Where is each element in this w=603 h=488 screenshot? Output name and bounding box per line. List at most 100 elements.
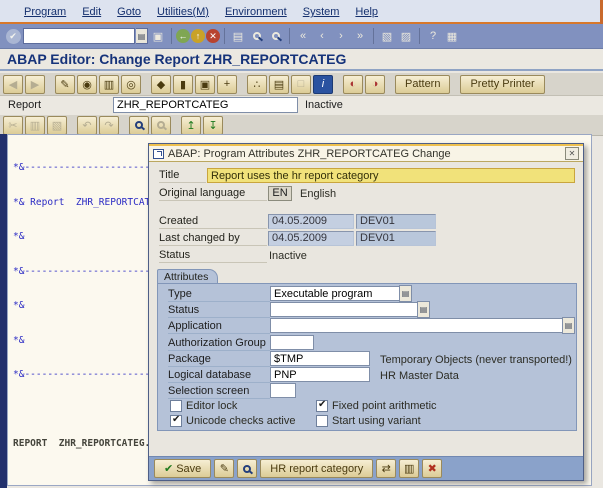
- separator: [289, 28, 290, 44]
- hr-report-category-button[interactable]: HR report category: [260, 459, 374, 478]
- runtime-analysis-icon[interactable]: ◐: [343, 74, 363, 94]
- package-description: Temporary Objects (never transported!): [380, 354, 572, 366]
- logical-database-description: HR Master Data: [380, 370, 459, 382]
- original-language-field[interactable]: EN: [268, 186, 292, 201]
- status-label: Status: [159, 249, 267, 263]
- attributes-tab: Attributes: [157, 269, 219, 283]
- first-page-icon[interactable]: «: [294, 27, 312, 45]
- find-icon[interactable]: [248, 27, 266, 45]
- copy-attributes-icon[interactable]: ▥: [399, 459, 420, 478]
- fixed-point-checkbox[interactable]: [316, 399, 328, 412]
- separator: [224, 28, 225, 44]
- report-label: Report: [8, 99, 42, 111]
- report-row: Report Inactive: [0, 96, 603, 115]
- start-variant-checkbox[interactable]: [316, 415, 328, 427]
- shortcut-icon[interactable]: ▨: [397, 27, 415, 45]
- cut-icon[interactable]: ✂: [3, 115, 23, 135]
- last-page-icon[interactable]: »: [351, 27, 369, 45]
- nav-back-icon[interactable]: ◀: [3, 74, 23, 94]
- copy-program-icon[interactable]: ▥: [99, 74, 119, 94]
- cancel-icon[interactable]: ✖: [422, 459, 443, 478]
- pattern-button[interactable]: Pattern: [395, 74, 451, 94]
- display-icon[interactable]: [237, 459, 258, 478]
- back-icon[interactable]: ←: [176, 29, 190, 43]
- attr-status-field[interactable]: [270, 302, 418, 317]
- last-changed-label: Last changed by: [159, 232, 267, 246]
- print-icon[interactable]: ▤: [229, 27, 247, 45]
- previous-page-icon[interactable]: ‹: [313, 27, 331, 45]
- created-user-field: DEV01: [356, 214, 436, 229]
- report-name-field[interactable]: [113, 97, 298, 113]
- new-session-icon[interactable]: ▧: [378, 27, 396, 45]
- download-icon[interactable]: ↧: [203, 115, 223, 135]
- breakpoint-icon[interactable]: ▮: [173, 74, 193, 94]
- object-hierarchy-icon[interactable]: ∴: [247, 74, 267, 94]
- type-dropdown-icon[interactable]: [399, 285, 412, 302]
- find-next-icon[interactable]: [151, 115, 171, 135]
- report-status: Inactive: [305, 99, 343, 111]
- lock-icon[interactable]: ◆: [151, 74, 171, 94]
- original-language-label: Original language: [159, 187, 267, 201]
- copy-icon[interactable]: ▥: [25, 115, 45, 135]
- documentation-icon[interactable]: ◑: [365, 74, 385, 94]
- undo-icon[interactable]: ↶: [77, 115, 97, 135]
- find-next-icon[interactable]: [267, 27, 285, 45]
- separator: [373, 28, 374, 44]
- print-source-icon[interactable]: ▤: [269, 74, 289, 94]
- where-used-icon[interactable]: ▣: [195, 74, 215, 94]
- display-change-icon[interactable]: ✎: [214, 459, 235, 478]
- help-icon[interactable]: ?: [424, 27, 442, 45]
- status-dropdown-icon[interactable]: [417, 301, 430, 318]
- save-button[interactable]: ✔ Save: [154, 459, 212, 478]
- navigation-icon[interactable]: +: [217, 74, 237, 94]
- next-page-icon[interactable]: ›: [332, 27, 350, 45]
- navigate-icon[interactable]: ⇄: [376, 459, 397, 478]
- editor-lock-label: Editor lock: [186, 400, 238, 412]
- redo-icon[interactable]: ↷: [99, 115, 119, 135]
- menu-goto[interactable]: Goto: [117, 6, 141, 18]
- customize-icon[interactable]: ▦: [443, 27, 461, 45]
- cancel-icon[interactable]: ✕: [206, 29, 220, 43]
- unicode-checks-label: Unicode checks active: [186, 415, 296, 427]
- type-field[interactable]: [270, 286, 400, 301]
- exit-icon[interactable]: ↑: [191, 29, 205, 43]
- application-dropdown-icon[interactable]: [562, 317, 575, 334]
- start-variant-label: Start using variant: [332, 415, 421, 427]
- package-field[interactable]: [270, 351, 370, 366]
- menu-help[interactable]: Help: [355, 6, 378, 18]
- command-dropdown-icon[interactable]: [136, 28, 148, 44]
- pretty-printer-button[interactable]: Pretty Printer: [460, 74, 545, 94]
- paste-icon[interactable]: ▧: [47, 115, 67, 135]
- object-list-icon[interactable]: ◉: [77, 74, 97, 94]
- authorization-group-field[interactable]: [270, 335, 314, 350]
- display-change-icon[interactable]: ✎: [55, 74, 75, 94]
- application-field[interactable]: [270, 318, 563, 333]
- enter-icon[interactable]: ✔: [4, 27, 22, 45]
- info-icon[interactable]: i: [313, 74, 333, 94]
- editor-lock-checkbox[interactable]: [170, 400, 182, 412]
- menu-program[interactable]: Program: [24, 6, 66, 18]
- logical-database-field[interactable]: [270, 367, 370, 382]
- find-icon[interactable]: [129, 115, 149, 135]
- page-title: ABAP Editor: Change Report ZHR_REPORTCAT…: [0, 49, 603, 71]
- upload-icon[interactable]: ↥: [181, 115, 201, 135]
- worklist-icon[interactable]: □: [291, 74, 311, 94]
- unicode-checks-checkbox[interactable]: [170, 414, 182, 427]
- menu-utilities[interactable]: Utilities(M): [157, 6, 209, 18]
- close-icon[interactable]: ✕: [565, 147, 579, 160]
- title-field[interactable]: [207, 168, 575, 183]
- menu-system[interactable]: System: [303, 6, 340, 18]
- application-label: Application: [168, 320, 270, 334]
- menu-bar: Program Edit Goto Utilities(M) Environme…: [0, 0, 603, 22]
- dialog-footer: ✔ Save ✎ HR report category ⇄ ▥ ✖: [149, 456, 583, 480]
- nav-forward-icon[interactable]: ▶: [25, 74, 45, 94]
- status-value: Inactive: [269, 250, 307, 262]
- menu-edit[interactable]: Edit: [82, 6, 101, 18]
- command-field[interactable]: [23, 28, 135, 44]
- title-label: Title: [159, 169, 206, 183]
- activate-icon[interactable]: ◎: [121, 74, 141, 94]
- attributes-group-box: Type Status Application Authorization Gr…: [157, 283, 577, 431]
- menu-environment[interactable]: Environment: [225, 6, 287, 18]
- save-icon[interactable]: ▣: [149, 27, 167, 45]
- selection-screen-field[interactable]: [270, 383, 296, 398]
